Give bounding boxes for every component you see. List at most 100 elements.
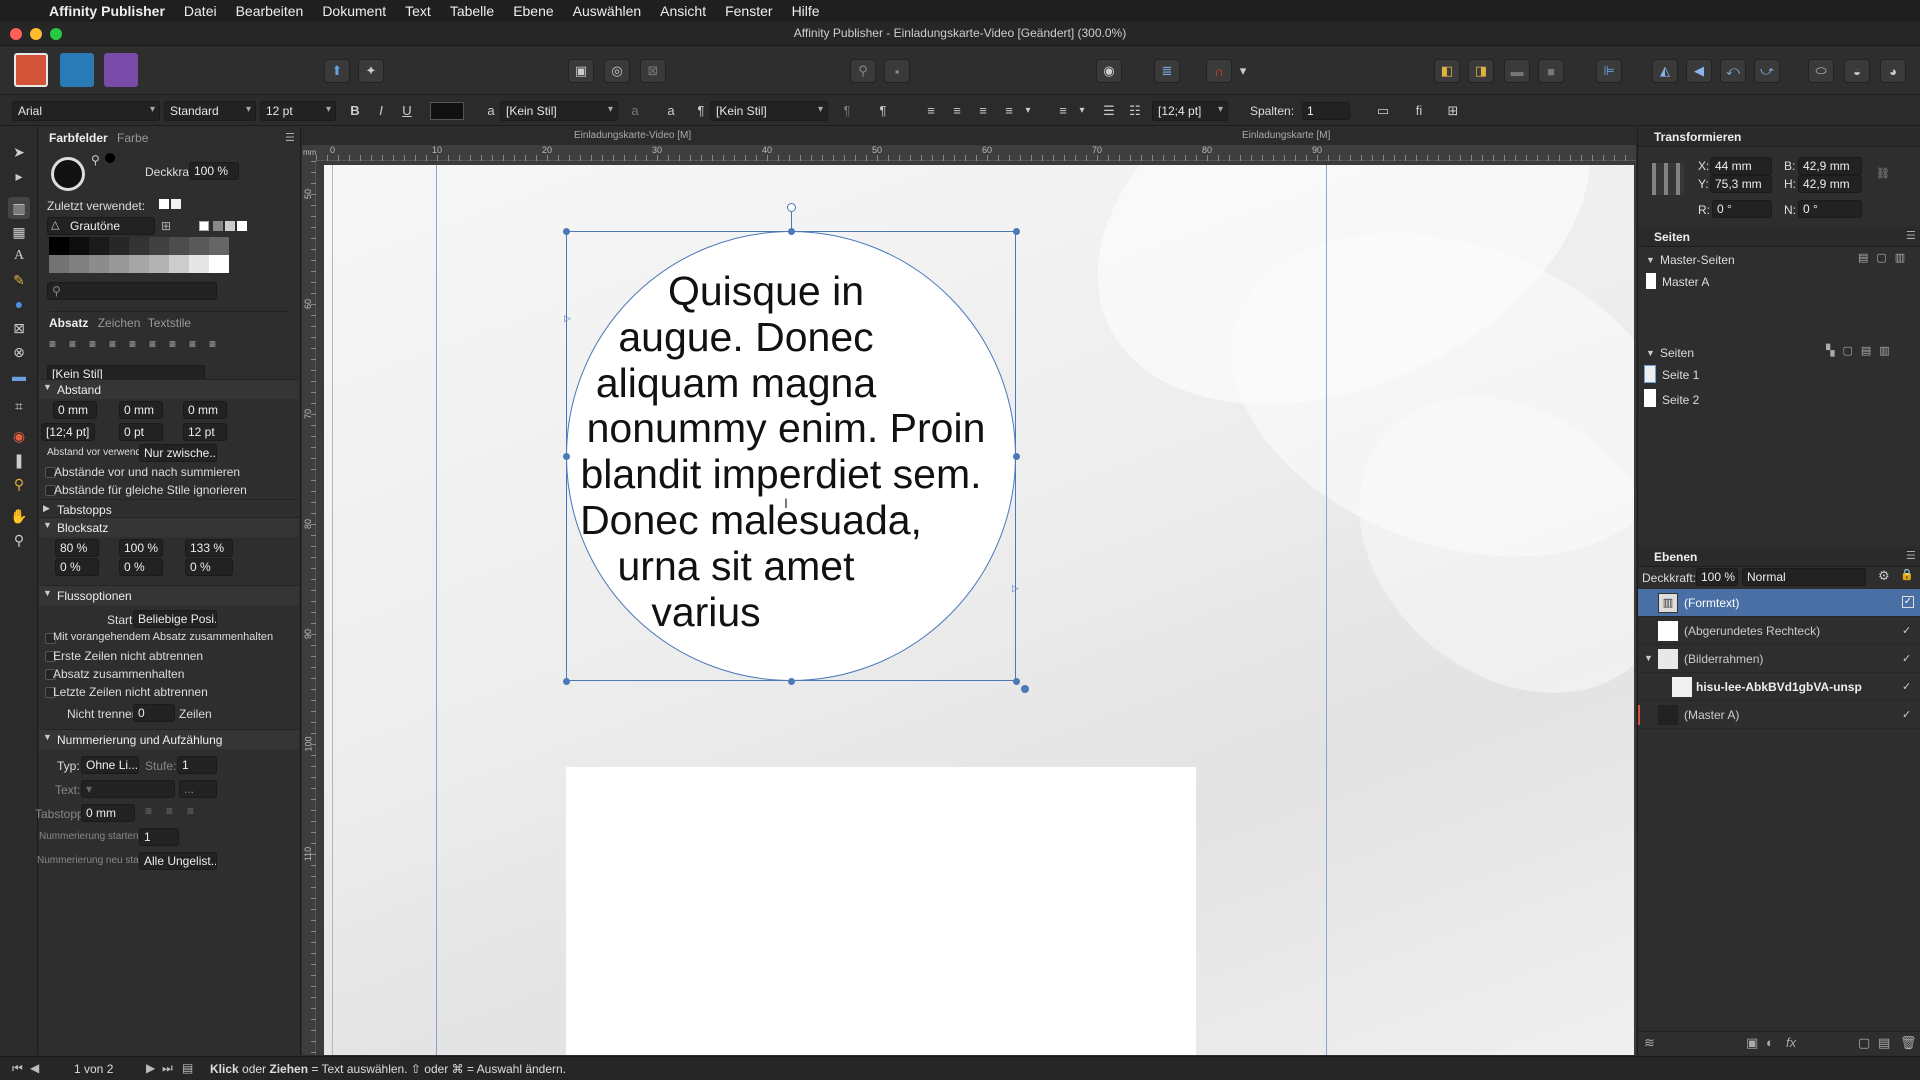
fill-tool-icon[interactable]: ❚ — [8, 449, 30, 471]
paragraph-style-select[interactable]: [Kein Stil] — [710, 101, 828, 121]
no-break-field[interactable]: 0 — [133, 704, 175, 722]
swatch-search-input[interactable]: ⚲ — [47, 282, 217, 300]
page-icon[interactable]: ▤ — [182, 1061, 193, 1075]
picture-frame-tool-icon[interactable]: ⊠ — [8, 317, 30, 339]
canvas-area[interactable]: Einladungskarte-Video [M] Einladungskart… — [302, 127, 1636, 1055]
justify-icon[interactable]: ≡ — [998, 101, 1020, 121]
menu-bearbeiten[interactable]: Bearbeiten — [236, 3, 304, 19]
selection-handle[interactable] — [788, 678, 795, 685]
font-family-select[interactable]: Arial — [12, 101, 160, 121]
designer-persona-button[interactable] — [60, 53, 94, 87]
leading-field[interactable]: [12;4 pt] — [41, 423, 95, 441]
layer-row[interactable]: hisu-lee-AbkBVd1gbVA-unsp ✓ — [1638, 673, 1920, 701]
first-page-icon[interactable]: ⏮ — [12, 1061, 23, 1076]
menu-tabelle[interactable]: Tabelle — [450, 3, 494, 19]
section-tabstops[interactable]: Tabstopps — [39, 499, 299, 519]
tab-color[interactable]: Farbe — [117, 131, 148, 145]
swatch[interactable] — [89, 255, 109, 273]
menu-fenster[interactable]: Fenster — [725, 3, 772, 19]
align-center-icon[interactable]: ≡ — [946, 101, 968, 121]
boolean-subtract-icon[interactable]: ◒ — [1844, 59, 1870, 83]
share-icon[interactable]: ⬆ — [324, 59, 350, 83]
section-numbering[interactable]: Nummerierung und Aufzählung — [39, 729, 299, 749]
text-frame-tool-icon[interactable]: ▥ — [8, 197, 30, 219]
layer-lock-icon[interactable]: 🔒 — [1900, 568, 1914, 581]
italic-button[interactable]: I — [370, 101, 392, 121]
swatch[interactable] — [149, 237, 169, 255]
swatch[interactable] — [189, 237, 209, 255]
char-style-apply-icon[interactable]: a — [660, 101, 682, 121]
leading-select[interactable]: [12;4 pt] — [1152, 101, 1228, 121]
page-2-label[interactable]: Seite 2 — [1662, 393, 1699, 407]
page-2-thumbnail[interactable] — [1644, 389, 1656, 407]
text-outport-arrow-icon[interactable]: ▷ — [1012, 583, 1019, 594]
ligature-icon[interactable]: ﬁ — [1408, 101, 1430, 121]
space-before-use-select[interactable]: Nur zwische... — [139, 444, 217, 462]
x-field[interactable]: 44 mm — [1710, 157, 1772, 175]
lock-ratio-icon[interactable]: ⛓ — [1876, 167, 1890, 180]
tab-swatches[interactable]: Farbfelder — [49, 131, 108, 145]
page-1-thumbnail[interactable] — [1644, 365, 1656, 383]
baseline-grid-icon[interactable]: ≣ — [1154, 59, 1180, 83]
swatch[interactable] — [109, 237, 129, 255]
white-swatch-small[interactable] — [237, 221, 247, 231]
font-size-select[interactable]: 12 pt — [260, 101, 336, 121]
hand-tool-icon[interactable]: ✋ — [8, 505, 30, 527]
publisher-persona-button[interactable] — [14, 53, 48, 87]
pen-tool-icon[interactable]: ✎ — [8, 269, 30, 291]
add-layer-icon[interactable]: ▢ — [1858, 1035, 1870, 1051]
menu-datei[interactable]: Datei — [184, 3, 217, 19]
rotation-field[interactable]: 0 ° — [1712, 200, 1772, 218]
pages-panel-header[interactable]: Seiten — [1638, 227, 1920, 247]
max-spacing-field[interactable]: 0 % — [119, 558, 163, 576]
bold-button[interactable]: B — [344, 101, 366, 121]
view-mode-icon[interactable]: ▣ — [568, 59, 594, 83]
layers-opacity-field[interactable]: 100 % — [1696, 568, 1738, 586]
eyedropper-tool-icon[interactable]: ⚲ — [8, 473, 30, 495]
delete-layer-icon[interactable]: 🗑 — [1900, 1035, 1917, 1051]
align-icon[interactable]: ⊫ — [1596, 59, 1622, 83]
color-picker-tool-icon[interactable]: ◉ — [8, 425, 30, 447]
vertical-align-icon[interactable]: ≡ — [1052, 101, 1074, 121]
rounded-rectangle-shape[interactable] — [566, 767, 1196, 1055]
master-page-actions[interactable]: ▤▢▥ — [1858, 251, 1913, 264]
swatch[interactable] — [209, 237, 229, 255]
ellipse-frame-tool-icon[interactable]: ⊗ — [8, 341, 30, 363]
selection-handle[interactable] — [563, 453, 570, 460]
recent-swatch-2[interactable] — [171, 199, 181, 209]
list-text-field[interactable]: ▾ — [81, 780, 175, 798]
align-dropdown-icon[interactable]: ▾ — [1022, 101, 1034, 121]
visibility-checkbox[interactable]: ✓ — [1902, 652, 1911, 665]
document-page[interactable]: Quisque in augue. Donec aliquam magna no… — [324, 165, 1634, 1055]
text-frame-icon[interactable]: ▭ — [1372, 101, 1394, 121]
crop-tool-icon[interactable]: ⌗ — [8, 395, 30, 417]
eyedropper-icon[interactable]: ⚲ — [91, 153, 100, 167]
swatch[interactable] — [49, 237, 69, 255]
swatch[interactable] — [209, 255, 229, 273]
master-a-label[interactable]: Master A — [1662, 275, 1709, 289]
table-tool-icon[interactable]: ▦ — [8, 221, 30, 243]
arrange-forward-icon[interactable]: ◨ — [1468, 59, 1494, 83]
height-field[interactable]: 42,9 mm — [1798, 175, 1862, 193]
prev-page-icon[interactable]: ◀ — [30, 1061, 39, 1075]
menu-dokument[interactable]: Dokument — [322, 3, 386, 19]
start-position-select[interactable]: Beliebige Posi... — [133, 610, 217, 628]
palette-options-icon[interactable]: ⊞ — [161, 219, 171, 233]
move-tool-icon[interactable]: ➤ — [8, 141, 30, 163]
rotate-left-icon[interactable]: ⤺ — [1720, 59, 1746, 83]
doc-tab-video[interactable]: Einladungskarte-Video [M] — [574, 130, 691, 141]
photo-persona-button[interactable] — [104, 53, 138, 87]
menu-ebene[interactable]: Ebene — [513, 3, 553, 19]
anchor-point-selector[interactable] — [1652, 163, 1684, 195]
page-actions[interactable]: ▚▢▤▥ — [1826, 344, 1898, 357]
flip-horizontal-icon[interactable]: ◭ — [1652, 59, 1678, 83]
fx-icon[interactable]: fx — [1786, 1035, 1796, 1050]
master-a-thumbnail[interactable] — [1646, 273, 1656, 289]
list-type-select[interactable]: Ohne Li... — [81, 756, 139, 774]
underline-button[interactable]: U — [396, 101, 418, 121]
text-wrap-icon[interactable]: ◉ — [1096, 59, 1122, 83]
palette-select[interactable]: Grautöne — [47, 217, 155, 235]
shear-field[interactable]: 0 ° — [1798, 200, 1862, 218]
visibility-checkbox[interactable]: ✓ — [1902, 596, 1914, 608]
start-at-field[interactable]: 1 — [139, 828, 179, 846]
